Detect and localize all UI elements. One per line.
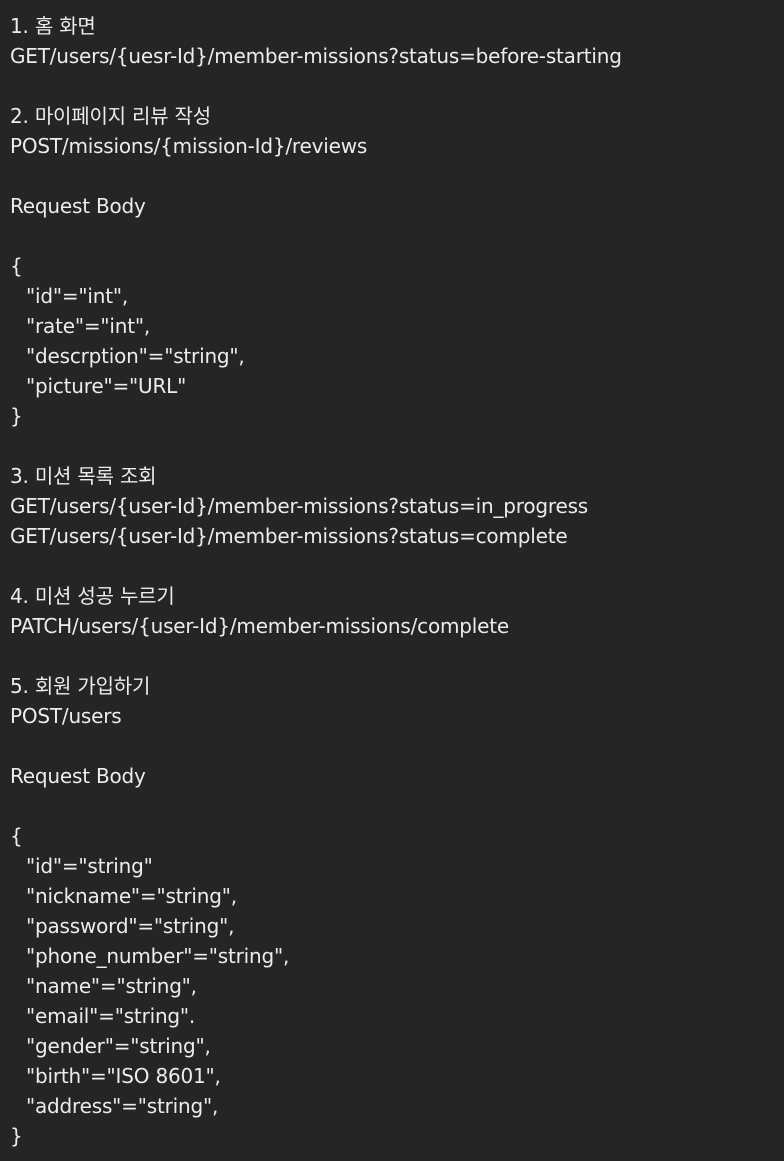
api-document: 1. 홈 화면 GET/users/{uesr-Id}/member-missi… <box>10 11 780 1151</box>
section-2-body-open-brace: { <box>10 254 23 278</box>
section-5-title: 5. 회원 가입하기 <box>10 674 151 698</box>
section-5-body-field: "name"="string", <box>26 974 197 998</box>
section-5-body-field: "id"="string" <box>26 854 153 878</box>
section-5-body-close-brace: } <box>10 1124 23 1148</box>
section-5-body-field: "address"="string", <box>26 1094 219 1118</box>
section-5-body-field: "nickname"="string", <box>26 884 237 908</box>
section-5-body-field: "password"="string", <box>26 914 235 938</box>
section-5-request-body-label: Request Body <box>10 764 146 788</box>
section-4-endpoint: PATCH/users/{user-Id}/member-missions/co… <box>10 614 509 638</box>
section-3-endpoint: GET/users/{user-Id}/member-missions?stat… <box>10 524 568 548</box>
section-2-title: 2. 마이페이지 리뷰 작성 <box>10 104 211 128</box>
section-2-body-field: "rate"="int", <box>26 314 151 338</box>
section-2-body-field: "id"="int", <box>26 284 129 308</box>
section-1-title: 1. 홈 화면 <box>10 14 96 38</box>
section-2-body-close-brace: } <box>10 404 23 428</box>
section-1-endpoint: GET/users/{uesr-Id}/member-missions?stat… <box>10 44 622 68</box>
section-3-title: 3. 미션 목록 조회 <box>10 464 157 488</box>
section-5-body-field: "birth"="ISO 8601", <box>26 1064 221 1088</box>
section-5-body-field: "gender"="string", <box>26 1034 211 1058</box>
section-5-body-field: "email"="string". <box>26 1004 196 1028</box>
section-3-endpoint: GET/users/{user-Id}/member-missions?stat… <box>10 494 589 518</box>
section-2-body-field: "descrption"="string", <box>26 344 245 368</box>
section-5-endpoint: POST/users <box>10 704 122 728</box>
section-5-body-field: "phone_number"="string", <box>26 944 290 968</box>
section-2-endpoint: POST/missions/{mission-Id}/reviews <box>10 134 368 158</box>
section-2-request-body-label: Request Body <box>10 194 146 218</box>
section-2-body-field: "picture"="URL" <box>26 374 187 398</box>
section-5-body-open-brace: { <box>10 824 23 848</box>
section-4-title: 4. 미션 성공 누르기 <box>10 584 175 608</box>
